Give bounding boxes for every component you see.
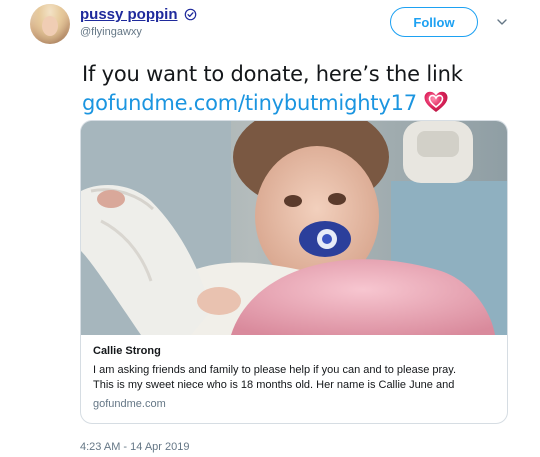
- card-description: I am asking friends and family to please…: [93, 363, 503, 393]
- card-description-line: This is my sweet niece who is 18 months …: [93, 379, 455, 391]
- heart-icon: [424, 91, 448, 112]
- card-domain: gofundme.com: [93, 398, 166, 410]
- tweet-link-line: gofundme.com/tinybutmighty17: [82, 89, 463, 118]
- card-info: Callie Strong I am asking friends and fa…: [93, 345, 503, 410]
- tweet: pussy poppin @flyingawxy Follow If you w…: [0, 0, 540, 457]
- tweet-text-line: If you want to donate, here’s the link: [82, 62, 463, 86]
- chevron-down-icon[interactable]: [496, 17, 508, 27]
- card-title[interactable]: Callie Strong: [93, 345, 503, 357]
- verified-badge-icon: [184, 8, 196, 21]
- tweet-text: If you want to donate, here’s the link g…: [82, 60, 463, 118]
- display-name-link[interactable]: pussy poppin: [80, 6, 197, 23]
- tweet-timestamp[interactable]: 4:23 AM - 14 Apr 2019: [80, 441, 189, 453]
- card-description-line: I am asking friends and family to please…: [93, 364, 457, 376]
- card-image[interactable]: [81, 121, 508, 335]
- avatar[interactable]: [30, 4, 70, 44]
- user-handle[interactable]: @flyingawxy: [80, 26, 197, 38]
- display-name[interactable]: pussy poppin: [80, 6, 178, 23]
- follow-button[interactable]: Follow: [390, 7, 478, 37]
- tweet-link[interactable]: gofundme.com/tinybutmighty17: [82, 91, 417, 115]
- user-info: pussy poppin @flyingawxy: [80, 6, 197, 38]
- avatar-face: [42, 16, 58, 36]
- link-card[interactable]: Callie Strong I am asking friends and fa…: [80, 120, 508, 424]
